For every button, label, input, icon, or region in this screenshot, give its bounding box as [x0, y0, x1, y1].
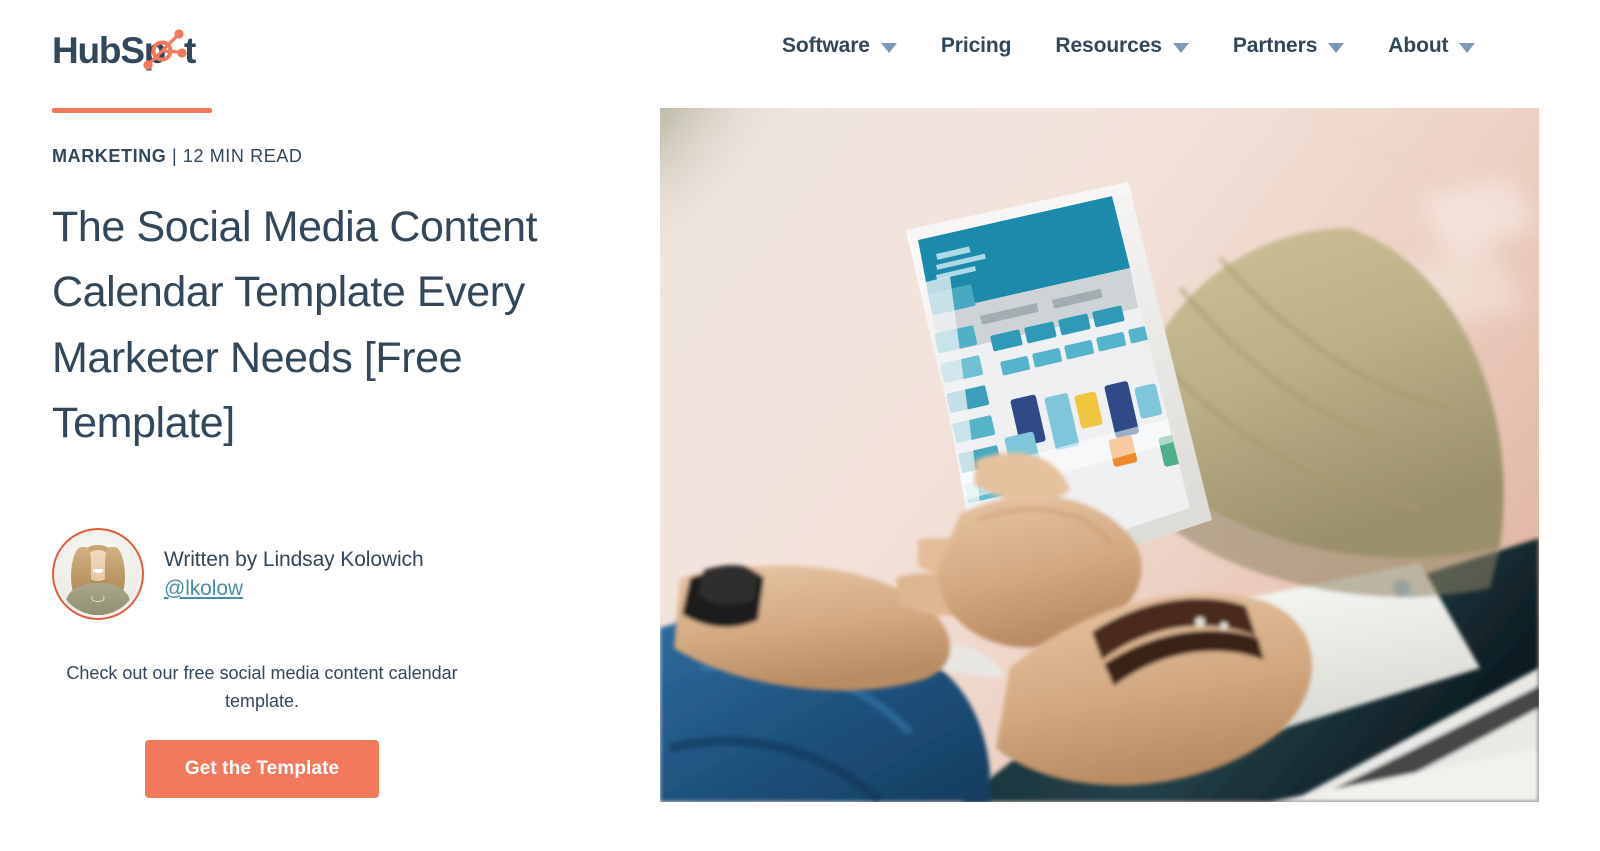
- nav-item-about[interactable]: About: [1366, 34, 1497, 58]
- article-intro-column: MARKETING | 12 MIN READ The Social Media…: [52, 108, 612, 799]
- nav-item-label: Resources: [1055, 34, 1162, 57]
- top-navigation-bar: HubSp t Software Pricing Resources Partn…: [0, 0, 1600, 100]
- nav-item-software[interactable]: Software: [760, 34, 919, 58]
- nav-item-pricing[interactable]: Pricing: [919, 34, 1033, 58]
- article-meta: MARKETING | 12 MIN READ: [52, 146, 612, 167]
- chevron-down-icon: [880, 42, 897, 53]
- nav-item-partners[interactable]: Partners: [1211, 34, 1366, 58]
- chevron-down-icon: [1172, 42, 1189, 53]
- page-title: The Social Media Content Calendar Templa…: [52, 203, 538, 448]
- article-read-time: 12 MIN READ: [182, 146, 303, 166]
- nav-item-label: Pricing: [940, 34, 1012, 57]
- author-details: Written by Lindsay Kolowich @lkolow: [164, 548, 424, 601]
- chevron-down-icon: [1459, 42, 1476, 53]
- article-category[interactable]: MARKETING: [52, 146, 166, 166]
- nav-item-label: Software: [782, 34, 870, 57]
- nav-item-label: About: [1388, 34, 1449, 57]
- author-block: Written by Lindsay Kolowich @lkolow: [52, 528, 612, 621]
- cta-block: Check out our free social media content …: [52, 660, 472, 799]
- get-the-template-button[interactable]: Get the Template: [144, 740, 380, 799]
- page-root: HubSp t Software Pricing Resources Partn…: [0, 0, 1600, 851]
- main-menu: Software Pricing Resources Partners Abou…: [760, 34, 1497, 58]
- hubspot-logo[interactable]: HubSp t: [52, 27, 202, 75]
- cta-description: Check out our free social media content …: [66, 663, 458, 712]
- nav-item-resources[interactable]: Resources: [1033, 34, 1211, 58]
- chevron-down-icon: [1328, 42, 1345, 53]
- accent-divider: [52, 108, 212, 113]
- author-twitter-handle[interactable]: @lkolow: [164, 577, 424, 601]
- author-byline: Written by Lindsay Kolowich: [164, 547, 424, 571]
- nav-item-label: Partners: [1232, 34, 1318, 57]
- meta-separator: |: [166, 146, 183, 166]
- avatar[interactable]: [52, 528, 144, 621]
- hero-image: [660, 108, 1539, 802]
